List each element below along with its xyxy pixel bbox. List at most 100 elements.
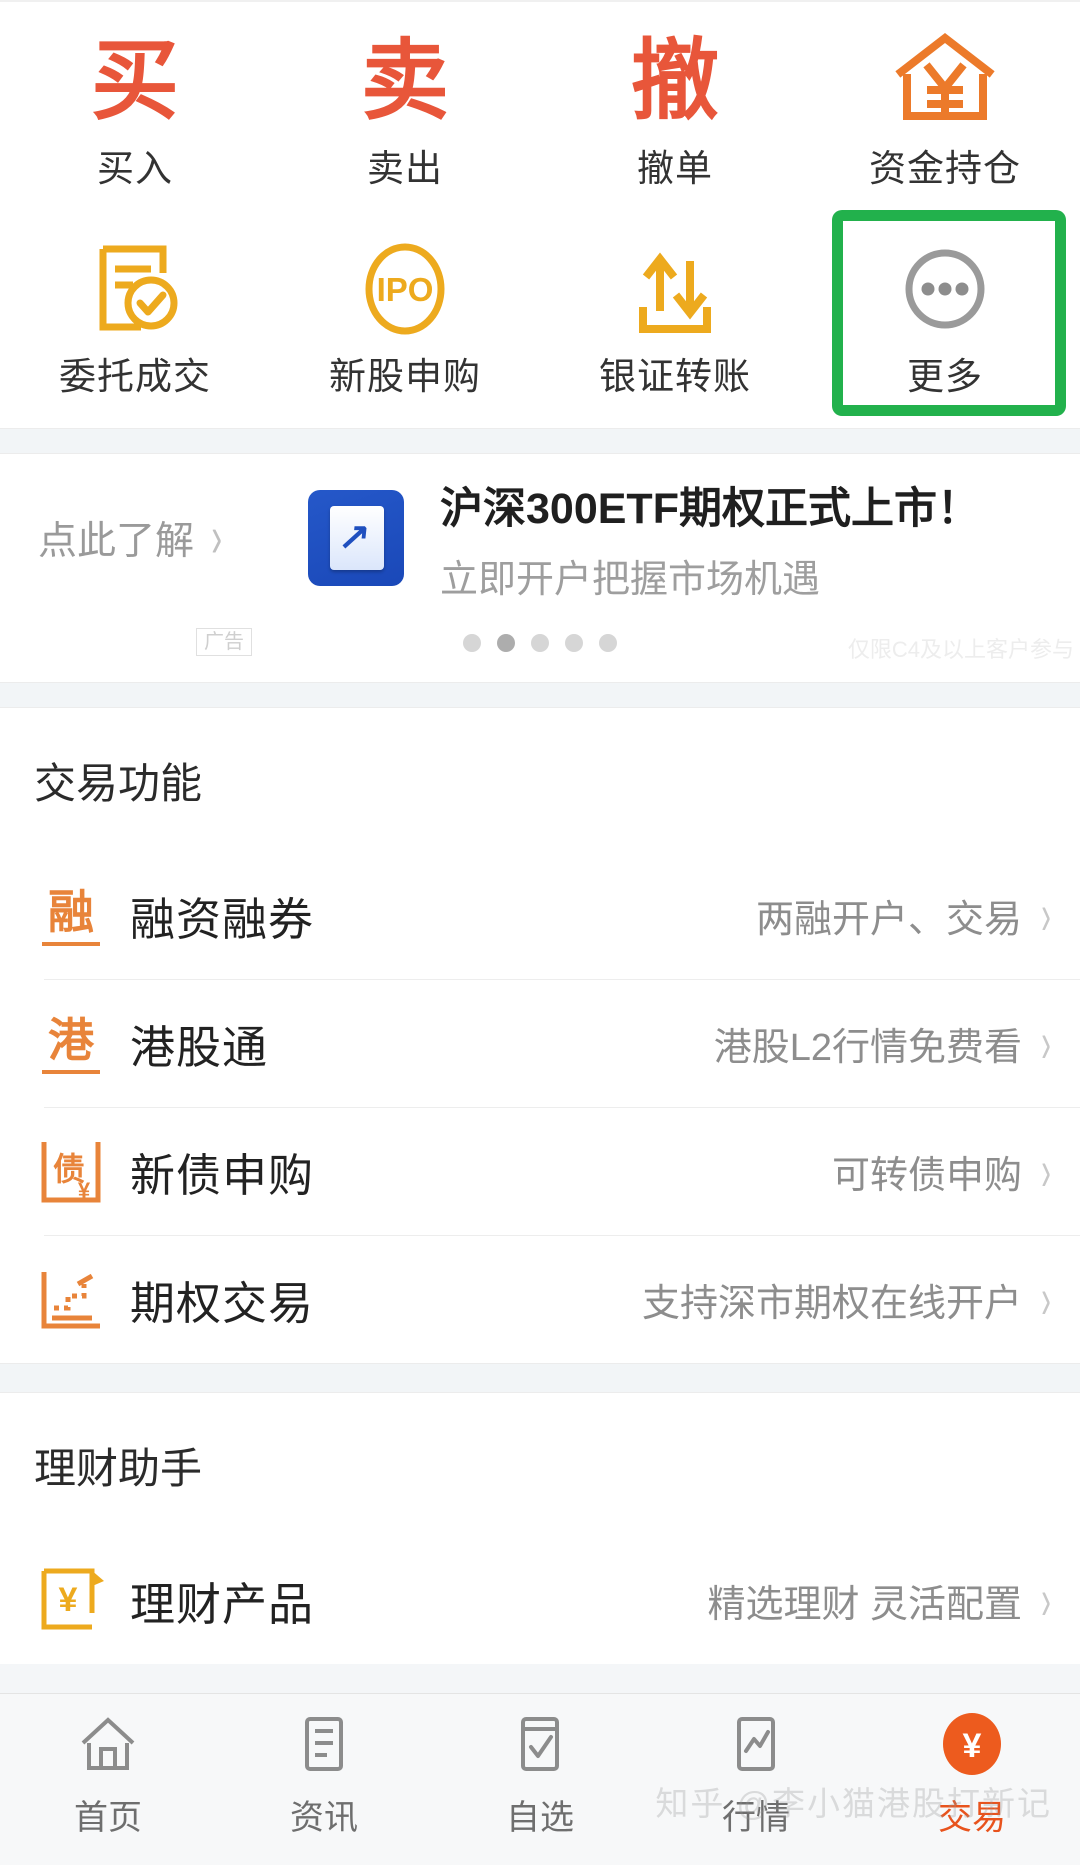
ad-disclaimer: 仅限C4及以上客户参与 [847, 637, 1074, 662]
tab-watchlist[interactable]: 自选 [432, 1710, 648, 1839]
section-divider [0, 682, 1080, 708]
svg-text:¥: ¥ [59, 1581, 78, 1619]
list-item-hint: 港股L2行情免费看 [713, 1026, 1022, 1069]
buy-char-icon: 买 [90, 29, 179, 132]
list-item-label: 理财产品 [130, 1578, 315, 1630]
list-item-right: 两融开户、交易 › [755, 881, 1052, 947]
tab-label: 首页 [74, 1799, 142, 1837]
carousel-dot[interactable] [531, 634, 549, 652]
carousel-dot[interactable] [599, 634, 617, 652]
quick-action-funds-positions[interactable]: 资金持仓 [810, 18, 1080, 198]
section-divider [0, 1363, 1080, 1393]
list-item-wealth-products[interactable]: ¥ 理财产品 精选理财 灵活配置 › [0, 1536, 1080, 1664]
ipo-oval-icon: IPO [355, 234, 455, 344]
list-item-label: 新债申购 [130, 1149, 315, 1201]
sell-char-icon: 卖 [360, 29, 449, 132]
market-chart-icon [725, 1710, 787, 1778]
list-item-hint: 支持深市期权在线开户 [641, 1282, 1022, 1325]
chevron-right-icon: › [1041, 1009, 1051, 1075]
ad-banner[interactable]: 点此了解 › ↗ 沪深300ETF期权正式上市！ 立即开户把握市场机遇 广告 仅… [0, 454, 1080, 682]
bond-yuan-icon: 债 ¥ [34, 1134, 108, 1208]
ad-carousel-dots[interactable] [463, 634, 617, 652]
section-wealth-assistant: 理财助手 ¥ 理财产品 精选理财 灵活配置 › [0, 1393, 1080, 1664]
watchlist-check-icon [509, 1710, 571, 1778]
ad-thumbnail-icon: ↗ [308, 490, 404, 586]
trade-yuan-icon: ¥ [939, 1710, 1005, 1778]
quick-action-label: 新股申购 [329, 356, 481, 397]
tab-home[interactable]: 首页 [0, 1710, 216, 1839]
quick-action-buy[interactable]: 买 买入 [0, 18, 270, 198]
quick-action-orders[interactable]: 委托成交 [0, 226, 270, 406]
list-item-hint: 两融开户、交易 [755, 898, 1022, 941]
quick-action-more[interactable]: 更多 [810, 210, 1080, 416]
ad-text-block: 沪深300ETF期权正式上市！ 立即开户把握市场机遇 [440, 474, 980, 603]
tab-news[interactable]: 资讯 [216, 1710, 432, 1839]
quick-action-new-share-ipo[interactable]: IPO 新股申购 [270, 226, 540, 406]
top-hairline [0, 0, 1080, 2]
list-item-hint: 精选理财 灵活配置 [707, 1583, 1022, 1626]
tab-label: 交易 [938, 1799, 1006, 1837]
section-divider [0, 428, 1080, 454]
tab-label: 行情 [722, 1799, 790, 1837]
list-item-label: 港股通 [130, 1021, 269, 1073]
svg-text:融: 融 [48, 885, 94, 939]
quick-action-label: 委托成交 [59, 356, 211, 397]
list-item-label: 期权交易 [130, 1277, 315, 1329]
chevron-right-icon: › [1041, 1566, 1051, 1632]
news-list-icon [293, 1710, 355, 1778]
transfer-arrows-icon [625, 234, 725, 344]
list-item-right: 港股L2行情免费看 › [713, 1009, 1052, 1075]
list-item-right: 可转债申购 › [831, 1137, 1052, 1203]
svg-text:¥: ¥ [963, 1727, 982, 1765]
list-item-hint: 可转债申购 [831, 1154, 1022, 1197]
quick-action-sell[interactable]: 卖 卖出 [270, 18, 540, 198]
quick-action-label: 卖出 [367, 148, 443, 189]
quick-action-row-1: 买 买入 卖 卖出 撤 撤单 资金持仓 [0, 18, 1080, 198]
svg-text:港: 港 [48, 1013, 95, 1067]
quick-action-grid: 买 买入 卖 卖出 撤 撤单 资金持仓 委托成交 IPO 新股申购 银证转账 更… [0, 0, 1080, 428]
house-yuan-icon [893, 26, 997, 136]
chevron-right-icon: › [211, 505, 223, 570]
carousel-dot-active[interactable] [497, 634, 515, 652]
tab-label: 自选 [506, 1799, 574, 1837]
section-trading-functions: 交易功能 融 融资融券 两融开户、交易 › 港 港股通 港股L2行情免费看 › … [0, 708, 1080, 1363]
ad-tag-badge: 广告 [196, 628, 252, 656]
chevron-right-icon: › [1041, 881, 1051, 947]
list-item-new-bond-subscription[interactable]: 债 ¥ 新债申购 可转债申购 › [0, 1107, 1080, 1235]
quick-action-label: 买入 [97, 148, 173, 189]
chevron-right-icon: › [1041, 1265, 1051, 1331]
quick-action-label: 银证转账 [599, 356, 751, 397]
tab-market[interactable]: 行情 [648, 1710, 864, 1839]
more-dots-icon [895, 234, 995, 344]
quick-action-label: 资金持仓 [869, 148, 1021, 189]
rong-badge-icon: 融 [34, 878, 108, 952]
ad-title: 沪深300ETF期权正式上市！ [440, 484, 980, 533]
quick-action-label: 更多 [907, 356, 983, 397]
list-item-hk-stock-connect[interactable]: 港 港股通 港股L2行情免费看 › [0, 979, 1080, 1107]
ad-learn-more-link[interactable]: 点此了解 › [38, 505, 308, 569]
ad-subtitle: 立即开户把握市场机遇 [440, 558, 821, 601]
option-chart-icon [34, 1262, 108, 1336]
quick-action-cancel-order[interactable]: 撤 撤单 [540, 18, 810, 198]
cancel-order-char-icon: 撤 [630, 29, 719, 132]
section-title: 理财助手 [34, 1445, 203, 1492]
list-item-label: 融资融券 [130, 893, 315, 945]
svg-text:IPO: IPO [377, 271, 434, 308]
ad-footer: 广告 仅限C4及以上客户参与 [0, 626, 1080, 672]
ad-learn-more-label: 点此了解 [38, 520, 195, 563]
home-icon [77, 1710, 139, 1778]
tab-trade[interactable]: ¥ 交易 [864, 1710, 1080, 1839]
carousel-dot[interactable] [565, 634, 583, 652]
list-item-margin-trading[interactable]: 融 融资融券 两融开户、交易 › [0, 851, 1080, 979]
quick-action-bank-transfer[interactable]: 银证转账 [540, 226, 810, 406]
document-check-icon [85, 234, 185, 344]
trading-app-screen: 买 买入 卖 卖出 撤 撤单 资金持仓 委托成交 IPO 新股申购 银证转账 更… [0, 0, 1080, 1865]
bottom-tab-bar: 首页 资讯 自选 行情 ¥ 交易 [0, 1693, 1080, 1865]
wealth-yuan-icon: ¥ [34, 1563, 108, 1637]
carousel-dot[interactable] [463, 634, 481, 652]
quick-action-row-2: 委托成交 IPO 新股申购 银证转账 更多 [0, 210, 1080, 416]
svg-text:¥: ¥ [78, 1178, 91, 1203]
list-item-right: 精选理财 灵活配置 › [707, 1566, 1052, 1632]
quick-action-label: 撤单 [637, 148, 713, 189]
list-item-options-trading[interactable]: 期权交易 支持深市期权在线开户 › [0, 1235, 1080, 1363]
